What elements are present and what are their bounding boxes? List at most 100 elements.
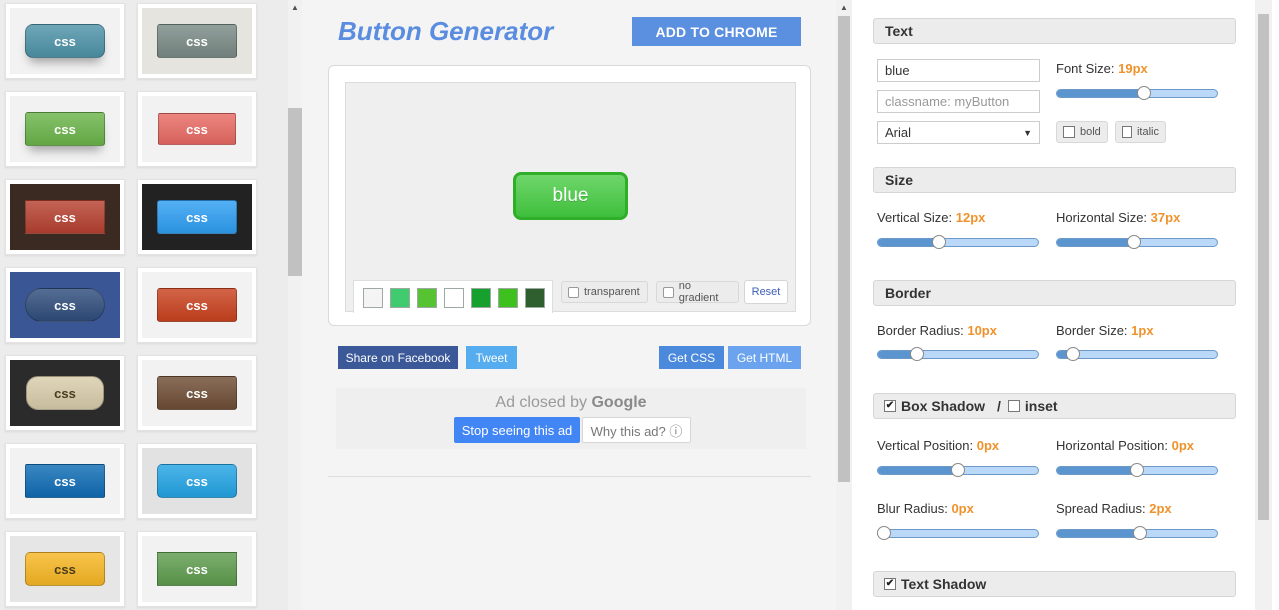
share-facebook-button[interactable]: Share on Facebook: [338, 346, 458, 369]
tweet-button[interactable]: Tweet: [466, 346, 517, 369]
text-section-header[interactable]: Text: [873, 18, 1236, 44]
slider-handle[interactable]: [1130, 463, 1144, 477]
template-tile[interactable]: css: [137, 355, 257, 431]
template-button: css: [25, 200, 105, 234]
gallery-scroll-thumb[interactable]: [288, 108, 302, 276]
gallery-scrollbar[interactable]: ▲: [288, 0, 302, 610]
vertical-size-slider[interactable]: [877, 235, 1039, 249]
italic-toggle[interactable]: italic: [1115, 121, 1166, 143]
template-button: css: [157, 464, 237, 498]
template-button: css: [157, 200, 237, 234]
horizontal-position-slider[interactable]: [1056, 463, 1218, 477]
slider-handle[interactable]: [1127, 235, 1141, 249]
template-tile[interactable]: css: [5, 91, 125, 167]
font-size-value: 19px: [1118, 61, 1148, 76]
preview-button[interactable]: blue: [513, 172, 628, 220]
template-preview: css: [10, 360, 120, 426]
text-shadow-section-header[interactable]: ✔ Text Shadow: [873, 571, 1236, 597]
get-css-button[interactable]: Get CSS: [659, 346, 724, 369]
italic-checkbox[interactable]: [1122, 126, 1132, 138]
spread-radius-slider[interactable]: [1056, 526, 1218, 540]
stop-seeing-ad-button[interactable]: Stop seeing this ad: [454, 417, 580, 443]
border-radius-slider[interactable]: [877, 347, 1039, 361]
font-size-slider[interactable]: [1056, 86, 1218, 100]
slider-handle[interactable]: [1066, 347, 1080, 361]
slider-handle[interactable]: [1133, 526, 1147, 540]
template-button: css: [157, 376, 237, 410]
transparent-toggle[interactable]: transparent: [561, 281, 648, 303]
preview-card: blue transparent no gradient Reset: [328, 65, 811, 326]
transparent-checkbox[interactable]: [568, 286, 579, 298]
color-swatch[interactable]: [363, 288, 383, 308]
divider: [328, 476, 811, 477]
italic-label: italic: [1136, 126, 1159, 138]
blur-radius-slider[interactable]: [877, 526, 1039, 540]
size-section-header[interactable]: Size: [873, 167, 1236, 193]
spread-radius-label: Spread Radius: 2px: [1056, 501, 1172, 516]
color-swatch[interactable]: [417, 288, 437, 308]
classname-input[interactable]: classname: myButton: [877, 90, 1040, 113]
template-tile[interactable]: css: [5, 443, 125, 519]
slider-handle[interactable]: [1137, 86, 1151, 100]
border-size-value: 1px: [1131, 323, 1154, 338]
template-tile[interactable]: css: [137, 91, 257, 167]
add-to-chrome-button[interactable]: ADD TO CHROME: [632, 17, 801, 46]
template-tile[interactable]: css: [137, 179, 257, 255]
template-tile[interactable]: css: [5, 267, 125, 343]
editor-scrollbar[interactable]: ▲: [836, 0, 852, 610]
vertical-position-slider[interactable]: [877, 463, 1039, 477]
scroll-up-icon[interactable]: ▲: [288, 0, 302, 16]
text-shadow-checkbox[interactable]: ✔: [884, 578, 896, 590]
template-button: css: [25, 464, 105, 498]
border-section-header[interactable]: Border: [873, 280, 1236, 306]
slider-handle[interactable]: [932, 235, 946, 249]
template-tile[interactable]: css: [137, 443, 257, 519]
editor-panel: Button Generator ADD TO CHROME blue tran…: [302, 0, 836, 610]
border-size-slider[interactable]: [1056, 347, 1218, 361]
template-button: css: [157, 552, 237, 586]
settings-scroll-thumb[interactable]: [1258, 14, 1269, 520]
template-preview: css: [142, 184, 252, 250]
template-preview: css: [142, 360, 252, 426]
color-swatch[interactable]: [444, 288, 464, 308]
bold-checkbox[interactable]: [1063, 126, 1075, 138]
template-tile[interactable]: css: [5, 179, 125, 255]
horizontal-size-slider[interactable]: [1056, 235, 1218, 249]
template-tile[interactable]: css: [5, 3, 125, 79]
background-swatches: [353, 280, 553, 313]
slider-handle[interactable]: [877, 526, 891, 540]
no-gradient-checkbox[interactable]: [663, 286, 674, 298]
color-swatch[interactable]: [390, 288, 410, 308]
reset-button[interactable]: Reset: [744, 280, 788, 304]
button-text-input[interactable]: blue: [877, 59, 1040, 82]
box-shadow-section-header[interactable]: ✔ Box Shadow / inset: [873, 393, 1236, 419]
template-tile[interactable]: css: [137, 531, 257, 607]
vertical-size-label: Vertical Size: 12px: [877, 210, 986, 225]
template-gallery: css css css css css css css css css css css css css c…: [0, 0, 288, 610]
vertical-size-value: 12px: [955, 210, 986, 225]
template-preview: css: [142, 536, 252, 602]
template-tile[interactable]: css: [137, 3, 257, 79]
no-gradient-toggle[interactable]: no gradient: [656, 280, 739, 304]
color-swatch[interactable]: [498, 288, 518, 308]
box-shadow-checkbox[interactable]: ✔: [884, 400, 896, 412]
template-tile[interactable]: css: [137, 267, 257, 343]
slider-handle[interactable]: [951, 463, 965, 477]
inset-checkbox[interactable]: [1007, 400, 1020, 412]
template-preview: css: [10, 448, 120, 514]
color-swatch[interactable]: [525, 288, 545, 308]
settings-scrollbar[interactable]: [1255, 0, 1272, 610]
scroll-up-icon[interactable]: ▲: [836, 0, 852, 16]
font-select[interactable]: Arial ▼: [877, 121, 1040, 144]
template-tile[interactable]: css: [5, 355, 125, 431]
editor-scroll-thumb[interactable]: [838, 16, 850, 482]
slider-handle[interactable]: [910, 347, 924, 361]
bold-toggle[interactable]: bold: [1056, 121, 1108, 143]
template-button: css: [157, 288, 237, 322]
why-this-ad-button[interactable]: Why this ad? ⓘ: [582, 417, 691, 443]
color-swatch[interactable]: [471, 288, 491, 308]
template-tile[interactable]: css: [5, 531, 125, 607]
template-preview: css: [10, 536, 120, 602]
get-html-button[interactable]: Get HTML: [728, 346, 801, 369]
horizontal-position-value: 0px: [1171, 438, 1195, 453]
